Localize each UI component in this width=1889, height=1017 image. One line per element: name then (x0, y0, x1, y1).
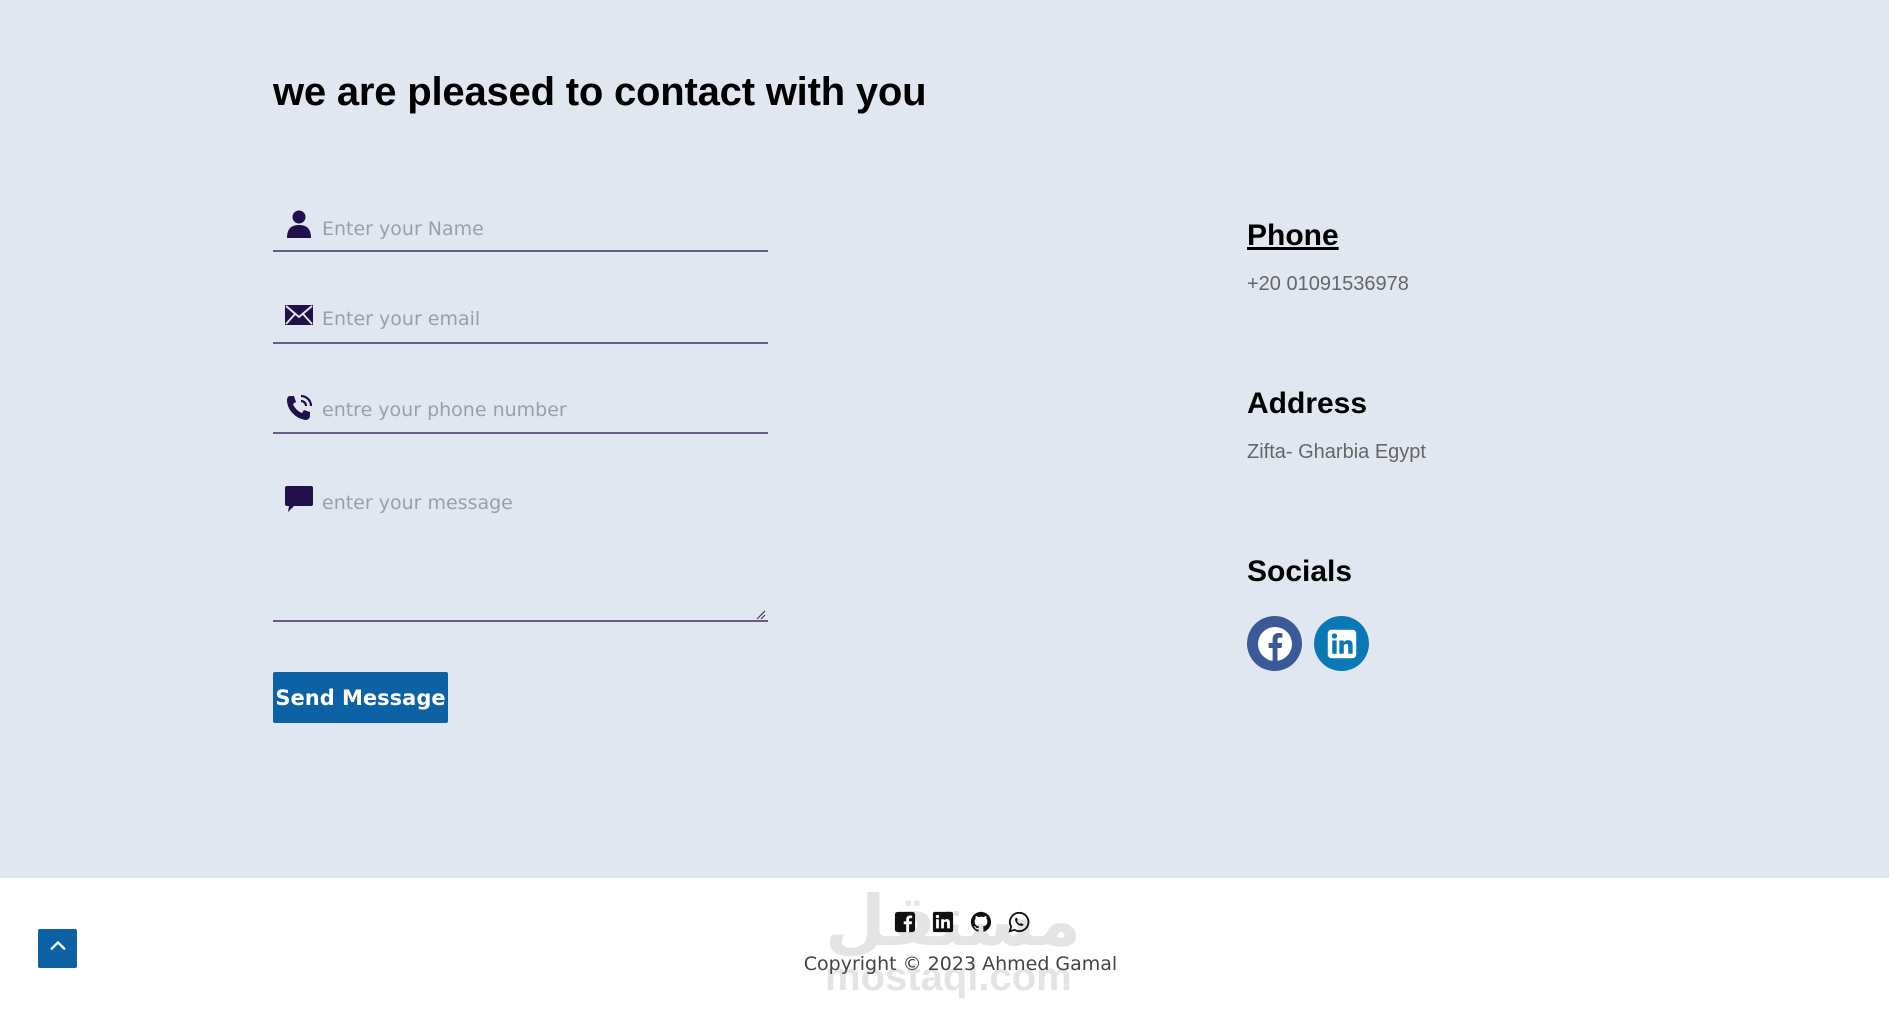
linkedin-link[interactable] (1314, 616, 1369, 671)
page: we are pleased to contact with you Enter… (0, 0, 1889, 1017)
phone-input[interactable] (322, 398, 764, 422)
message-input[interactable] (322, 492, 764, 612)
chat-bubble-icon (284, 484, 314, 514)
facebook-square-icon[interactable] (893, 910, 916, 933)
user-icon (284, 209, 314, 239)
copyright-text: Copyright © 2023 Ahmed Gamal (803, 953, 1118, 975)
phone-value: +20 01091536978 (1247, 273, 1409, 295)
phone-call-icon (284, 393, 314, 423)
envelope-icon (284, 300, 314, 330)
page-title: we are pleased to contact with you (273, 70, 927, 114)
github-icon[interactable] (969, 910, 992, 933)
socials-title: Socials (1247, 555, 1353, 588)
facebook-icon (1255, 624, 1295, 664)
send-message-button[interactable]: Send Message (273, 672, 448, 723)
linkedin-square-icon[interactable] (931, 910, 954, 933)
email-input[interactable] (322, 307, 764, 331)
facebook-link[interactable] (1247, 616, 1302, 671)
scroll-to-top-button[interactable] (38, 929, 77, 968)
message-field (273, 480, 768, 622)
whatsapp-icon[interactable] (1007, 910, 1030, 933)
address-value: Zifta- Gharbia Egypt (1247, 441, 1426, 463)
name-input[interactable] (322, 217, 764, 241)
phone-field (273, 386, 768, 434)
watermark-logo: مستقل mostaql.com (825, 880, 1082, 999)
phone-title: Phone (1247, 219, 1339, 252)
email-field (273, 296, 768, 344)
resize-handle-icon[interactable] (756, 607, 766, 620)
address-title: Address (1247, 387, 1368, 420)
chevron-up-icon (49, 937, 67, 960)
linkedin-icon (1326, 628, 1358, 660)
name-field (273, 205, 768, 252)
footer-social-icons (893, 910, 1030, 936)
contact-section: we are pleased to contact with you Enter… (0, 0, 1889, 878)
